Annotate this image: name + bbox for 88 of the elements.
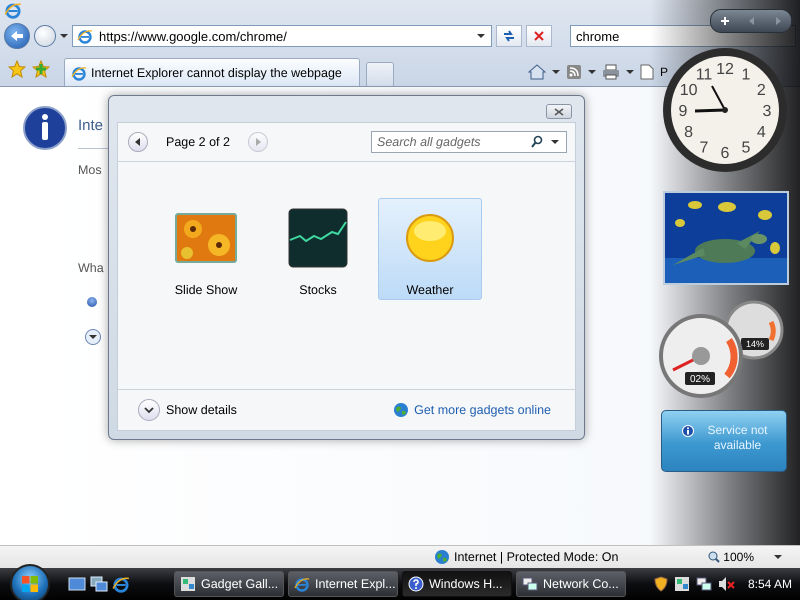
muted-speaker-icon[interactable] — [718, 576, 736, 592]
info-icon — [682, 425, 694, 437]
printer-icon[interactable] — [602, 64, 620, 80]
meter-reading: 14% — [746, 339, 764, 349]
previous-page-button[interactable] — [128, 132, 148, 152]
clock-time[interactable]: 8:54 AM — [748, 577, 792, 591]
meter-reading: 02% — [690, 374, 710, 385]
gadget-icon — [674, 576, 690, 592]
dropdown-icon[interactable] — [477, 34, 485, 38]
zone-status: Internet | Protected Mode: On — [454, 550, 618, 564]
start-button[interactable] — [10, 564, 50, 600]
show-details-button[interactable]: Show details — [138, 399, 237, 421]
star-icon[interactable] — [8, 60, 26, 78]
gadget-tile[interactable]: Slide Show — [154, 198, 258, 300]
clock-numeral: 3 — [762, 103, 772, 120]
taskbar-button[interactable]: Windows H... — [402, 571, 512, 597]
dropdown-icon[interactable] — [552, 70, 560, 74]
refresh-button[interactable] — [496, 25, 522, 47]
globe-icon — [393, 402, 410, 418]
clock-numeral: 12 — [716, 61, 734, 78]
left-triangle-icon[interactable] — [134, 138, 142, 146]
history-dropdown-icon[interactable] — [60, 34, 68, 38]
network-icon — [696, 576, 712, 592]
search-icon[interactable] — [531, 135, 543, 149]
gadget-tile[interactable]: Stocks — [266, 198, 370, 300]
dropdown-icon[interactable] — [774, 555, 782, 559]
browser-icon — [112, 575, 130, 593]
clock-numeral: 9 — [678, 103, 688, 120]
get-gadgets-link[interactable]: Get more gadgets online — [393, 402, 551, 418]
close-icon[interactable] — [554, 108, 564, 116]
clock-numeral: 11 — [696, 66, 712, 84]
dropdown-icon[interactable] — [626, 70, 634, 74]
bullet-icon — [87, 297, 97, 307]
chevron-down-icon[interactable] — [144, 406, 154, 414]
back-arrow-icon[interactable] — [10, 30, 24, 42]
info-icon — [22, 105, 68, 151]
clock-face[interactable] — [663, 48, 787, 172]
shield-icon[interactable] — [654, 576, 668, 592]
close-button[interactable] — [546, 104, 572, 119]
expand-button[interactable] — [85, 329, 101, 345]
forward-button[interactable] — [34, 25, 56, 47]
back-button[interactable] — [4, 23, 30, 49]
zoom-icon[interactable] — [708, 551, 720, 563]
browser-tab[interactable]: Internet Explorer cannot display the webpage — [64, 58, 360, 86]
sidebar-controls[interactable] — [710, 9, 792, 33]
gadget-search-field[interactable]: Search all gadgets — [371, 131, 567, 153]
clock-numeral: 5 — [742, 139, 750, 156]
clock-numeral: 6 — [720, 145, 730, 162]
network-icon — [522, 576, 538, 592]
gadget-icon — [180, 576, 196, 592]
dropdown-icon[interactable] — [588, 70, 596, 74]
gadget-tile[interactable]: Weather — [378, 198, 482, 300]
page-indicator: Page 2 of 2 — [166, 135, 230, 149]
desktop-icon[interactable] — [68, 576, 86, 592]
stop-button[interactable] — [526, 25, 552, 47]
page-text: Mos — [78, 163, 102, 177]
page-menu-label[interactable]: P — [660, 65, 668, 79]
clock-numeral: 4 — [756, 124, 766, 141]
browser-icon — [71, 64, 87, 80]
clock-numeral: 2 — [756, 82, 766, 99]
globe-icon — [434, 549, 450, 565]
clock-numeral: 10 — [680, 82, 698, 99]
clock-numeral: 1 — [742, 66, 750, 84]
taskbar-button[interactable]: Internet Expl... — [288, 571, 398, 597]
zoom-control[interactable]: 100% — [708, 550, 754, 564]
browser-icon — [294, 576, 310, 592]
feed-icon[interactable] — [566, 64, 582, 80]
refresh-icon[interactable] — [502, 29, 516, 43]
dropdown-icon[interactable] — [551, 140, 559, 144]
page-icon[interactable] — [640, 64, 654, 80]
home-icon[interactable] — [528, 64, 546, 80]
help-icon — [408, 576, 424, 592]
taskbar-button[interactable]: Network Co... — [516, 571, 626, 597]
plus-icon[interactable] — [720, 16, 730, 26]
weather-message: Service not available — [706, 423, 769, 453]
window-switch-icon[interactable] — [90, 576, 108, 592]
clock-numeral: 7 — [700, 139, 708, 156]
taskbar-button[interactable]: Gadget Gall... — [174, 571, 284, 597]
stop-icon[interactable] — [533, 30, 545, 42]
stocks-icon — [288, 208, 348, 268]
page-text: Wha — [78, 261, 104, 275]
slideshow-icon — [175, 213, 237, 263]
address-field[interactable]: https://www.google.com/chrome/ — [72, 25, 492, 47]
browser-icon — [4, 1, 22, 19]
sun-icon — [405, 213, 455, 263]
page-heading: Inte — [78, 117, 104, 134]
browser-icon — [77, 28, 93, 44]
clock-numeral: 8 — [684, 124, 694, 141]
